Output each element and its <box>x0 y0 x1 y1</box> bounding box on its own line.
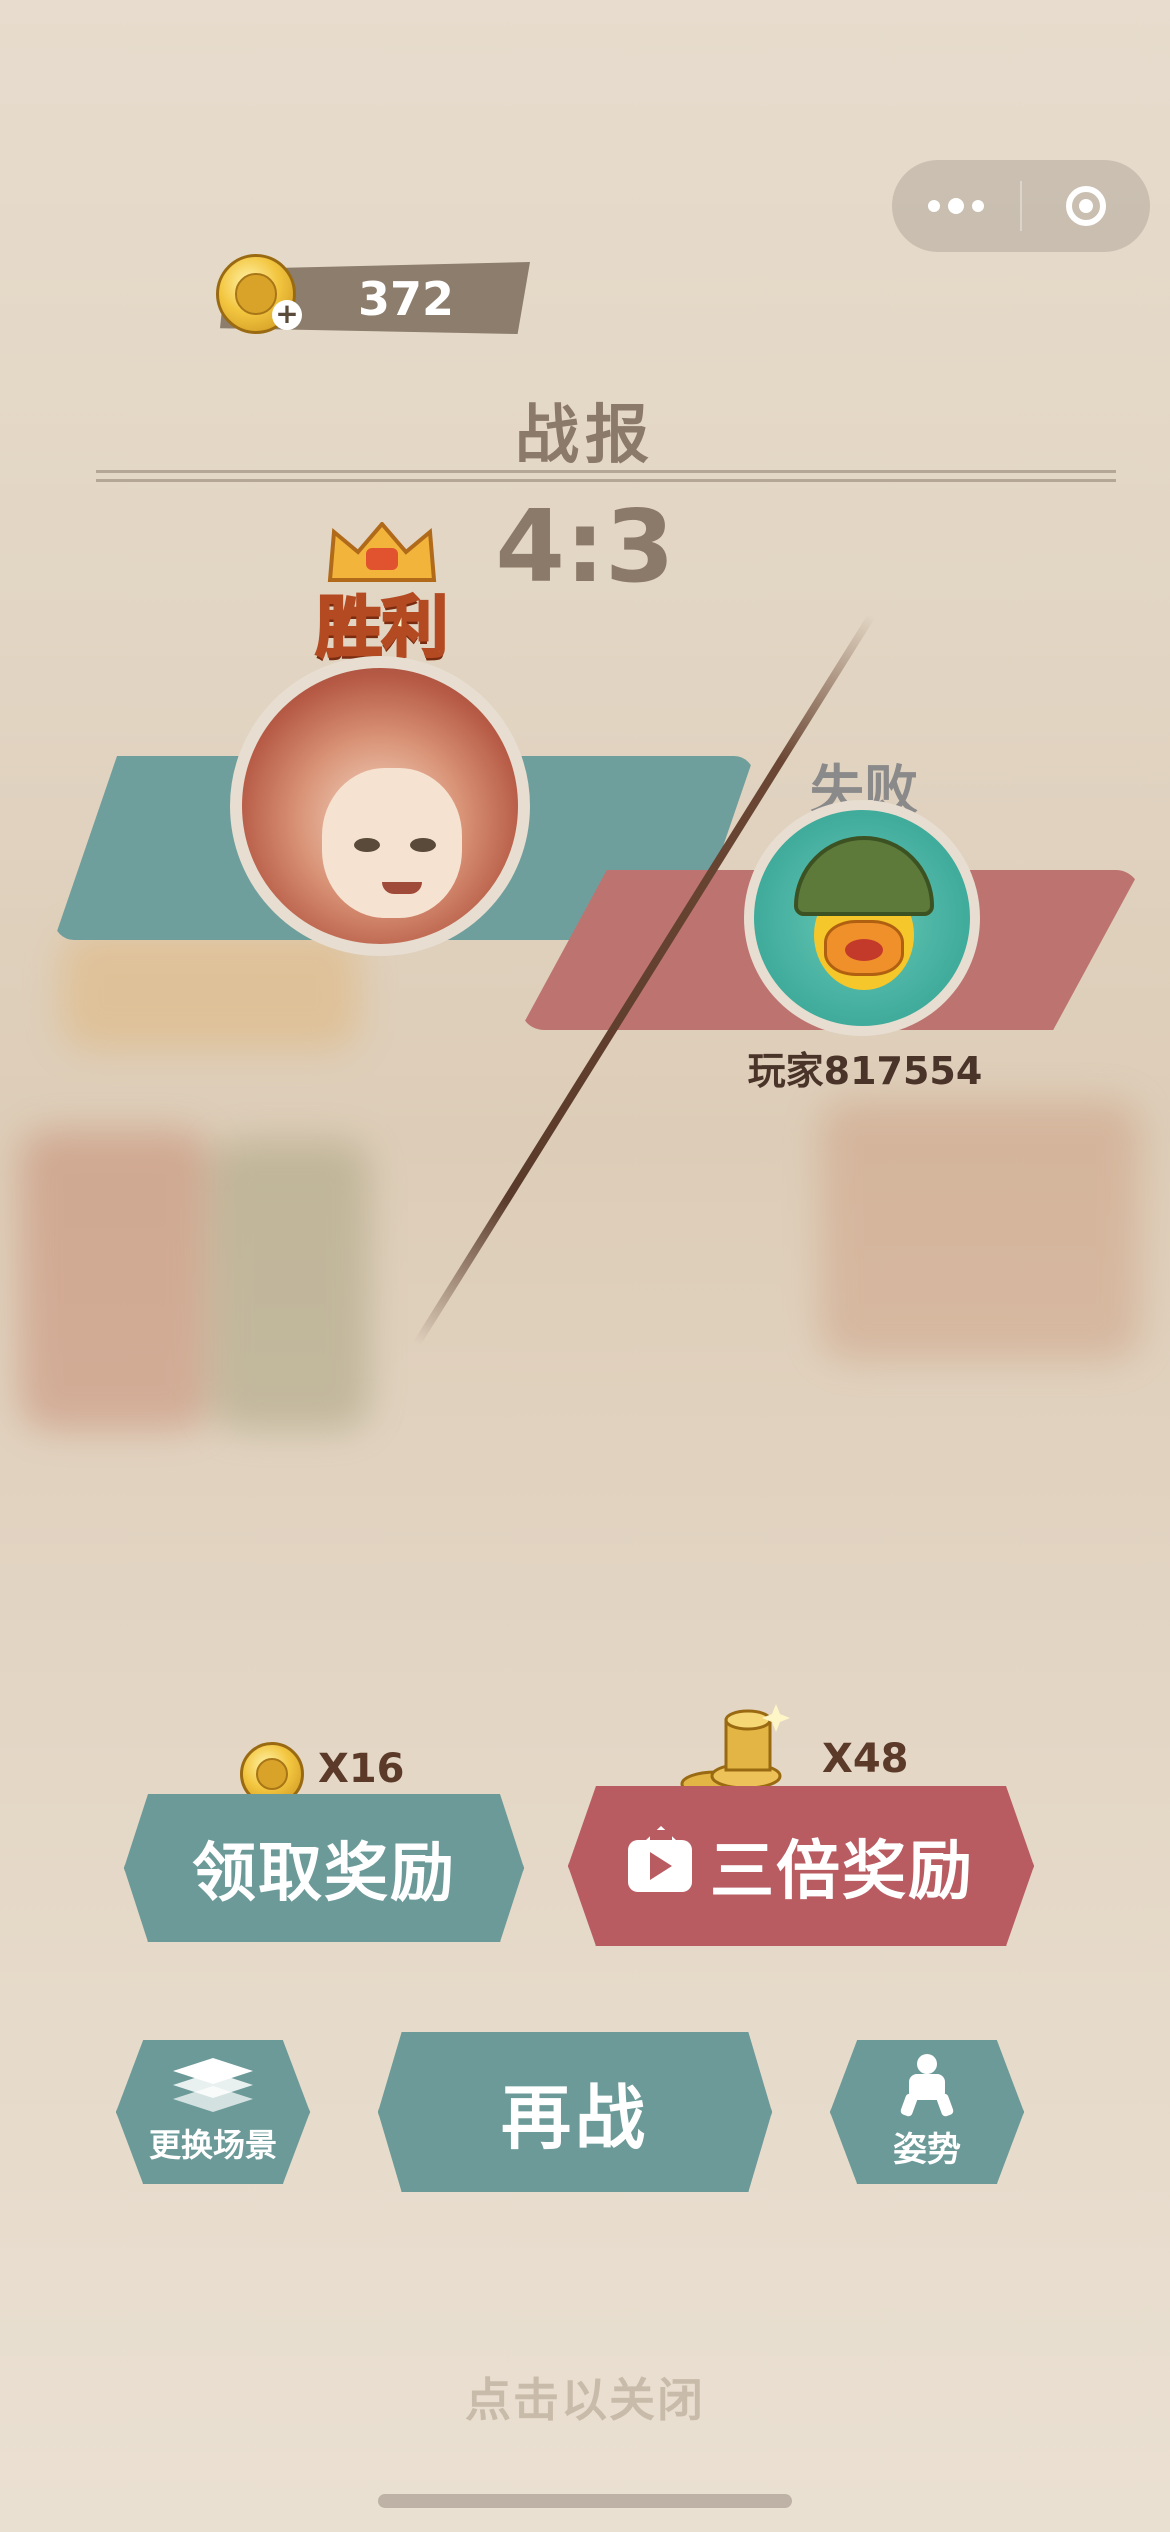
opponent-name: 玩家817554 <box>747 1049 983 1093</box>
change-scene-label: 更换场景 <box>148 2126 277 2164</box>
coin-count: 372 <box>358 272 455 326</box>
home-indicator <box>378 2494 792 2508</box>
page-title: 战报 <box>515 399 655 473</box>
background-blob <box>210 1140 370 1430</box>
triple-multiplier: X48 <box>822 1736 909 1782</box>
background-blob <box>820 1100 1140 1360</box>
match-score: 4:3 <box>495 488 675 605</box>
plus-icon[interactable]: + <box>272 300 302 330</box>
more-dots-icon[interactable] <box>892 198 1020 214</box>
claim-multiplier: X16 <box>318 1746 405 1792</box>
change-scene-button[interactable]: 更换场景 <box>116 2040 310 2184</box>
background-blob <box>20 1130 210 1430</box>
title-divider <box>96 470 1116 482</box>
winner-avatar[interactable] <box>230 656 530 956</box>
coin-stack-icon <box>680 1704 790 1798</box>
rematch-label: 再战 <box>501 2076 649 2159</box>
pose-button[interactable]: 姿势 <box>830 2040 1024 2184</box>
layers-icon <box>173 2058 253 2114</box>
claim-reward-button[interactable]: 领取奖励 <box>124 1794 524 1942</box>
miniprogram-capsule <box>892 160 1150 252</box>
pose-icon <box>899 2053 955 2117</box>
triple-reward-label: 三倍奖励 <box>710 1835 974 1909</box>
tv-play-icon <box>628 1840 692 1892</box>
close-hint[interactable]: 点击以关闭 <box>0 2364 1170 2430</box>
triple-reward-button[interactable]: 三倍奖励 <box>568 1786 1034 1946</box>
close-target-icon[interactable] <box>1022 186 1150 226</box>
background-blob <box>60 930 360 1050</box>
pose-label: 姿势 <box>893 2129 961 2170</box>
opponent-avatar[interactable] <box>744 800 980 1036</box>
claim-reward-label: 领取奖励 <box>192 1837 456 1911</box>
rematch-button[interactable]: 再战 <box>378 2032 772 2192</box>
